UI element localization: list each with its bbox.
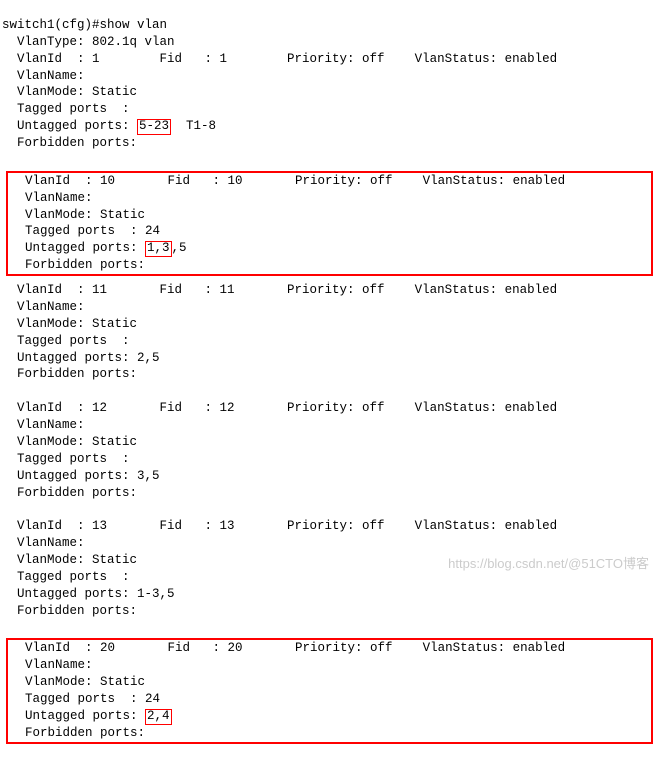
- vlan-mode-line: VlanMode: Static: [2, 434, 657, 451]
- tagged-ports-line: Tagged ports :: [2, 333, 657, 350]
- tagged-ports-line: Tagged ports : 24: [10, 223, 649, 240]
- tagged-ports-line: Tagged ports :: [2, 101, 657, 118]
- vlan-summary-line: VlanId : 20 Fid : 20 Priority: off VlanS…: [10, 640, 649, 657]
- forbidden-ports-line: Forbidden ports:: [10, 725, 649, 742]
- header-line: VlanType: 802.1q vlan: [2, 35, 175, 49]
- forbidden-ports-line: Forbidden ports:: [2, 603, 657, 620]
- highlight-ports: 1,3: [145, 241, 172, 257]
- forbidden-ports-line: Forbidden ports:: [2, 485, 657, 502]
- vlan-block: VlanId : 10 Fid : 10 Priority: off VlanS…: [6, 171, 653, 276]
- highlight-ports: 5-23: [137, 119, 171, 135]
- vlan-mode-line: VlanMode: Static: [2, 84, 657, 101]
- highlight-ports: 2,4: [145, 709, 172, 725]
- tagged-ports-line: Tagged ports :: [2, 451, 657, 468]
- untagged-ports-line: Untagged ports: 3,5: [2, 468, 657, 485]
- vlan-block: VlanId : 12 Fid : 12 Priority: off VlanS…: [2, 400, 657, 501]
- untagged-ports-line: Untagged ports: 2,5: [2, 350, 657, 367]
- vlan-summary-line: VlanId : 12 Fid : 12 Priority: off VlanS…: [2, 400, 657, 417]
- untagged-ports-line: Untagged ports: 5-23 T1-8: [2, 118, 657, 135]
- vlan-mode-line: VlanMode: Static: [2, 316, 657, 333]
- vlan-mode-line: VlanMode: Static: [10, 207, 649, 224]
- vlan-name-line: VlanName:: [10, 657, 649, 674]
- vlan-name-line: VlanName:: [2, 68, 657, 85]
- vlan-mode-line: VlanMode: Static: [10, 674, 649, 691]
- tagged-ports-line: Tagged ports : 24: [10, 691, 649, 708]
- untagged-ports-line: Untagged ports: 1,3,5: [10, 240, 649, 257]
- forbidden-ports-line: Forbidden ports:: [10, 257, 649, 274]
- prompt-line: switch1(cfg)#show vlan: [2, 18, 167, 32]
- vlan-list: VlanId : 1 Fid : 1 Priority: off VlanSta…: [2, 51, 657, 744]
- vlan-summary-line: VlanId : 11 Fid : 11 Priority: off VlanS…: [2, 282, 657, 299]
- forbidden-ports-line: Forbidden ports:: [2, 366, 657, 383]
- vlan-name-line: VlanName:: [2, 299, 657, 316]
- vlan-name-line: VlanName:: [2, 417, 657, 434]
- vlan-mode-line: VlanMode: Static: [2, 552, 657, 569]
- vlan-summary-line: VlanId : 13 Fid : 13 Priority: off VlanS…: [2, 518, 657, 535]
- untagged-ports-line: Untagged ports: 1-3,5: [2, 586, 657, 603]
- vlan-summary-line: VlanId : 10 Fid : 10 Priority: off VlanS…: [10, 173, 649, 190]
- vlan-block: VlanId : 20 Fid : 20 Priority: off VlanS…: [6, 638, 653, 743]
- vlan-block: VlanId : 13 Fid : 13 Priority: off VlanS…: [2, 518, 657, 619]
- tagged-ports-line: Tagged ports :: [2, 569, 657, 586]
- vlan-summary-line: VlanId : 1 Fid : 1 Priority: off VlanSta…: [2, 51, 657, 68]
- untagged-ports-line: Untagged ports: 2,4: [10, 708, 649, 725]
- vlan-block: VlanId : 11 Fid : 11 Priority: off VlanS…: [2, 282, 657, 383]
- vlan-name-line: VlanName:: [10, 190, 649, 207]
- forbidden-ports-line: Forbidden ports:: [2, 135, 657, 152]
- vlan-block: VlanId : 1 Fid : 1 Priority: off VlanSta…: [2, 51, 657, 152]
- terminal-output: switch1(cfg)#show vlan VlanType: 802.1q …: [0, 0, 659, 763]
- vlan-name-line: VlanName:: [2, 535, 657, 552]
